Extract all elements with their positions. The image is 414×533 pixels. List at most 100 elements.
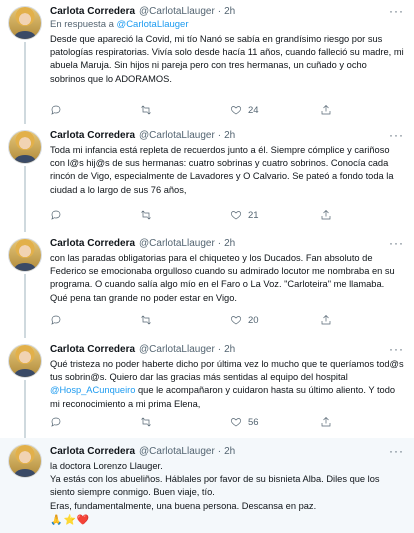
- share-button[interactable]: [320, 104, 380, 116]
- separator-dot: ·: [217, 446, 222, 457]
- timestamp[interactable]: 2h: [224, 344, 235, 355]
- emoji-row: 🙏 ⭐ ❤️: [50, 514, 404, 527]
- like-button[interactable]: 56: [230, 416, 290, 428]
- like-count: 24: [248, 104, 259, 116]
- reply-icon: [51, 417, 61, 427]
- tweet-4[interactable]: Carlota Corredera @CarlotaLlauger · 2h ·…: [0, 338, 414, 438]
- tweet-actions: 21: [50, 209, 380, 221]
- like-button[interactable]: 20: [230, 314, 290, 326]
- tweet-text-paragraph: Qué tristeza no poder haberte dicho por …: [50, 358, 404, 411]
- author-name[interactable]: Carlota Corredera: [50, 6, 135, 17]
- retweet-button[interactable]: [140, 104, 200, 116]
- author-name[interactable]: Carlota Corredera: [50, 344, 135, 355]
- tweet-actions: 56: [50, 416, 380, 428]
- praying-hands-icon: 🙏: [50, 514, 63, 526]
- share-icon: [321, 210, 331, 220]
- like-count: 56: [248, 416, 259, 428]
- tweet-text-line: Ya estás con los abueliños. Háblales por…: [50, 474, 380, 498]
- separator-dot: ·: [217, 344, 222, 355]
- tweet-text-line: Eras, fundamentalmente, una buena person…: [50, 500, 317, 511]
- retweet-button[interactable]: [140, 314, 200, 326]
- timestamp[interactable]: 2h: [224, 238, 235, 249]
- author-handle[interactable]: @CarlotaLlauger: [139, 6, 215, 17]
- share-button[interactable]: [320, 314, 380, 326]
- hospital-mention-link[interactable]: @Hosp_ACunqueiro: [50, 385, 135, 395]
- avatar[interactable]: [8, 444, 42, 478]
- more-options-icon[interactable]: ···: [389, 4, 404, 18]
- avatar[interactable]: [8, 6, 42, 40]
- heart-icon: [230, 106, 242, 115]
- tweet-actions: 20: [50, 314, 380, 326]
- share-button[interactable]: [320, 209, 380, 221]
- author-handle[interactable]: @CarlotaLlauger: [139, 130, 215, 141]
- tweet-5[interactable]: Carlota Corredera @CarlotaLlauger · 2h ·…: [0, 438, 414, 533]
- author-name[interactable]: Carlota Corredera: [50, 130, 135, 141]
- retweet-icon: [141, 210, 151, 220]
- retweet-icon: [141, 315, 151, 325]
- tweet-text: con las paradas obligatorias para el chi…: [50, 252, 404, 305]
- avatar[interactable]: [8, 238, 42, 272]
- thread-line: [24, 166, 26, 232]
- thread-line: [24, 274, 26, 338]
- author-handle[interactable]: @CarlotaLlauger: [139, 446, 215, 457]
- retweet-icon: [141, 417, 151, 427]
- author-handle[interactable]: @CarlotaLlauger: [139, 238, 215, 249]
- reply-button[interactable]: [50, 209, 110, 221]
- timestamp[interactable]: 2h: [224, 6, 235, 17]
- heart-emoji-icon: ❤️: [76, 514, 90, 526]
- separator-dot: ·: [217, 238, 222, 249]
- more-options-icon[interactable]: ···: [389, 444, 404, 458]
- share-icon: [321, 417, 331, 427]
- share-icon: [321, 315, 331, 325]
- reply-icon: [51, 210, 61, 220]
- tweet-text: Qué tristeza no poder haberte dicho por …: [50, 358, 404, 411]
- tweet-text: la doctora Lorenzo Llauger. Ya estás con…: [50, 460, 404, 527]
- star-icon: ⭐: [63, 514, 76, 526]
- reply-icon: [51, 315, 61, 325]
- like-count: 20: [248, 314, 259, 326]
- share-icon: [321, 105, 331, 115]
- separator-dot: ·: [217, 130, 222, 141]
- thread-line: [24, 380, 26, 438]
- thread-line: [24, 42, 26, 124]
- more-options-icon[interactable]: ···: [389, 342, 404, 356]
- tweet-2[interactable]: Carlota Corredera @CarlotaLlauger · 2h ·…: [0, 124, 414, 232]
- tweet-text-line: la doctora Lorenzo Llauger.: [50, 461, 163, 471]
- like-button[interactable]: 24: [230, 104, 290, 116]
- more-options-icon[interactable]: ···: [389, 128, 404, 142]
- retweet-icon: [141, 105, 151, 115]
- author-name[interactable]: Carlota Corredera: [50, 238, 135, 249]
- tweet-text-paragraph: Toda mi infancia está repleta de recuerd…: [50, 145, 394, 195]
- tweet-text-paragraph: Desde que apareció la Covid, mi tío Nanó…: [50, 34, 404, 84]
- reply-mention-link[interactable]: @CarlotaLlauger: [117, 19, 189, 30]
- tweet-thread: Carlota Corredera @CarlotaLlauger · 2h ·…: [0, 0, 414, 533]
- reply-context: En respuesta a @CarlotaLlauger: [50, 19, 404, 30]
- tweet-1[interactable]: Carlota Corredera @CarlotaLlauger · 2h ·…: [0, 0, 414, 124]
- tweet-actions: 24: [50, 104, 380, 116]
- more-options-icon[interactable]: ···: [389, 236, 404, 250]
- author-handle[interactable]: @CarlotaLlauger: [139, 344, 215, 355]
- retweet-button[interactable]: [140, 209, 200, 221]
- like-button[interactable]: 21: [230, 209, 290, 221]
- avatar[interactable]: [8, 344, 42, 378]
- heart-icon: [230, 316, 242, 325]
- like-count: 21: [248, 209, 259, 221]
- avatar[interactable]: [8, 130, 42, 164]
- tweet-text-segment: Qué tristeza no poder haberte dicho por …: [50, 359, 404, 383]
- reply-button[interactable]: [50, 104, 110, 116]
- heart-icon: [230, 211, 242, 220]
- timestamp[interactable]: 2h: [224, 130, 235, 141]
- author-name[interactable]: Carlota Corredera: [50, 446, 135, 457]
- heart-icon: [230, 418, 242, 427]
- separator-dot: ·: [217, 6, 222, 17]
- tweet-text-paragraph: con las paradas obligatorias para el chi…: [50, 253, 395, 303]
- reply-button[interactable]: [50, 314, 110, 326]
- reply-icon: [51, 105, 61, 115]
- tweet-3[interactable]: Carlota Corredera @CarlotaLlauger · 2h ·…: [0, 232, 414, 338]
- reply-button[interactable]: [50, 416, 110, 428]
- timestamp[interactable]: 2h: [224, 446, 235, 457]
- retweet-button[interactable]: [140, 416, 200, 428]
- reply-prefix: En respuesta a: [50, 19, 114, 30]
- tweet-text: Desde que apareció la Covid, mi tío Nanó…: [50, 33, 404, 86]
- share-button[interactable]: [320, 416, 380, 428]
